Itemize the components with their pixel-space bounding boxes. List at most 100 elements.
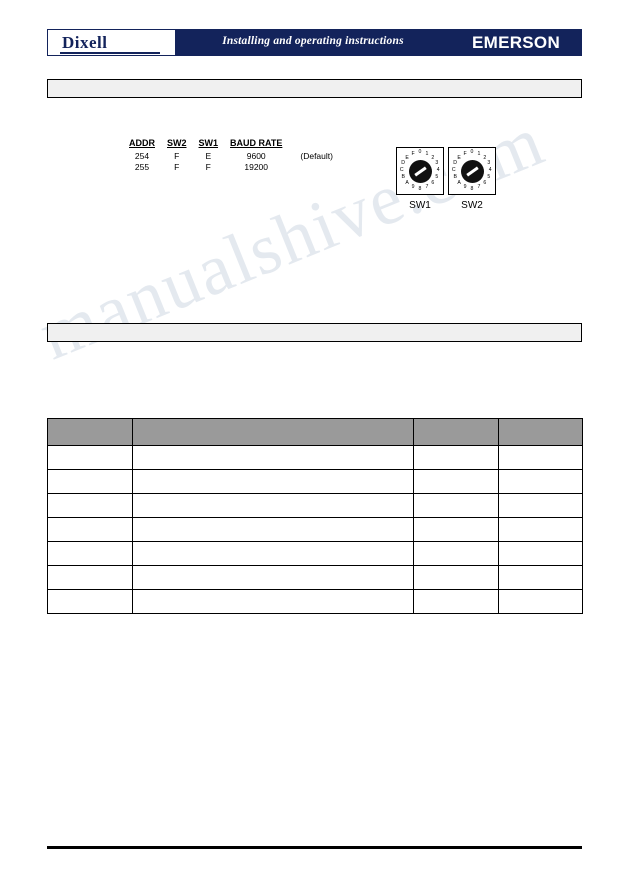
rotary-tick-label: D — [453, 160, 458, 167]
table-row: 255 F F 19200 — [123, 162, 339, 173]
emerson-logo-text: EMERSON — [471, 33, 561, 52]
rotary-sw1-label: SW1 — [409, 200, 431, 211]
cell-sw1: E — [205, 151, 212, 161]
rotary-tick-label: C — [399, 167, 404, 174]
cell-addr: 255 — [134, 162, 150, 172]
table-cell-1 — [47, 541, 133, 566]
parameter-table-header-row — [47, 418, 583, 446]
parameter-table — [47, 418, 583, 614]
document-page: manualshive.com Dixell Installing and op… — [0, 0, 629, 893]
table-cell-4 — [498, 469, 583, 494]
table-cell-1 — [47, 493, 133, 518]
parameter-column-header-2 — [132, 418, 414, 446]
cell-note: (Default) — [300, 151, 333, 161]
rotary-tick-label: A — [405, 180, 409, 187]
rotary-sw1-slot — [414, 166, 427, 177]
rotary-sw1-dial — [409, 160, 432, 183]
rotary-switch-sw2-illustration: 0123456789ABCDEF — [448, 147, 496, 195]
table-cell-2 — [132, 493, 414, 518]
table-cell-4 — [498, 517, 583, 542]
parameter-table-body — [47, 445, 583, 614]
rotary-tick-label: 6 — [431, 180, 435, 187]
rotary-tick-label: D — [401, 160, 406, 167]
table-cell-2 — [132, 517, 414, 542]
emerson-logo: EMERSON — [450, 29, 582, 56]
table-cell-4 — [498, 589, 583, 614]
cell-note — [288, 162, 339, 173]
dixell-logo-underline — [60, 52, 160, 54]
column-header-note — [288, 138, 339, 151]
dixell-logo-text: Dixell — [62, 33, 108, 52]
table-header-row: ADDR SW2 SW1 BAUD RATE — [123, 138, 339, 151]
section-heading-bar-2 — [47, 323, 582, 342]
table-row — [47, 517, 583, 542]
rotary-tick-label: 5 — [487, 174, 491, 181]
table-cell-2 — [132, 589, 414, 614]
page-header: Dixell Installing and operating instruct… — [47, 29, 582, 56]
rotary-tick-label: 9 — [463, 184, 467, 191]
footer-rule — [47, 846, 582, 849]
table-cell-2 — [132, 445, 414, 470]
rotary-tick-label: 8 — [418, 185, 422, 192]
table-cell-3 — [413, 565, 499, 590]
table-cell-1 — [47, 565, 133, 590]
dixell-logo: Dixell — [47, 29, 176, 56]
column-header-sw1: SW1 — [198, 138, 219, 148]
column-header-sw2: SW2 — [167, 138, 187, 148]
rotary-tick-label: F — [411, 150, 415, 157]
rotary-tick-label: 5 — [435, 174, 439, 181]
rotary-switch-sw1-illustration: 0123456789ABCDEF — [396, 147, 444, 195]
table-cell-3 — [413, 445, 499, 470]
table-cell-4 — [498, 493, 583, 518]
table-row — [47, 445, 583, 470]
rotary-tick-label: 7 — [425, 184, 429, 191]
cell-sw1: F — [205, 162, 211, 172]
table-row: 254 F E 9600 (Default) — [123, 151, 339, 162]
rotary-sw2-slot — [466, 166, 479, 177]
table-cell-1 — [47, 589, 133, 614]
column-header-baud: BAUD RATE — [230, 138, 283, 148]
cell-sw2: F — [174, 162, 180, 172]
rotary-tick-label: 6 — [483, 180, 487, 187]
rotary-tick-label: 4 — [436, 167, 440, 174]
parameter-column-header-1 — [47, 418, 133, 446]
table-cell-2 — [132, 469, 414, 494]
rotary-tick-label: F — [463, 150, 467, 157]
parameter-column-header-3 — [413, 418, 499, 446]
cell-baud: 19200 — [244, 162, 269, 172]
table-row — [47, 565, 583, 590]
table-cell-3 — [413, 541, 499, 566]
rotary-tick-label: 9 — [411, 184, 415, 191]
table-cell-1 — [47, 469, 133, 494]
table-row — [47, 469, 583, 494]
rotary-tick-label: 3 — [487, 160, 491, 167]
table-row — [47, 493, 583, 518]
rotary-tick-label: 8 — [470, 185, 474, 192]
rotary-tick-label: 0 — [470, 149, 474, 156]
table-cell-2 — [132, 565, 414, 590]
table-cell-3 — [413, 469, 499, 494]
rotary-tick-label: 4 — [488, 167, 492, 174]
section-heading-bar-1 — [47, 79, 582, 98]
table-cell-1 — [47, 445, 133, 470]
table-cell-4 — [498, 445, 583, 470]
table-cell-1 — [47, 517, 133, 542]
rotary-tick-label: C — [451, 167, 456, 174]
cell-baud: 9600 — [246, 151, 266, 161]
header-title: Installing and operating instructions — [222, 35, 404, 47]
address-baud-table: ADDR SW2 SW1 BAUD RATE 254 F E 9600 (Def… — [123, 138, 339, 173]
column-header-addr: ADDR — [129, 138, 155, 148]
table-cell-3 — [413, 493, 499, 518]
rotary-tick-label: B — [401, 174, 405, 181]
cell-addr: 254 — [134, 151, 150, 161]
rotary-tick-label: A — [457, 180, 461, 187]
table-cell-3 — [413, 589, 499, 614]
table-cell-2 — [132, 541, 414, 566]
table-cell-4 — [498, 541, 583, 566]
table-cell-4 — [498, 565, 583, 590]
cell-sw2: F — [174, 151, 180, 161]
parameter-column-header-4 — [498, 418, 583, 446]
table-row — [47, 541, 583, 566]
table-row — [47, 589, 583, 614]
rotary-tick-label: B — [453, 174, 457, 181]
